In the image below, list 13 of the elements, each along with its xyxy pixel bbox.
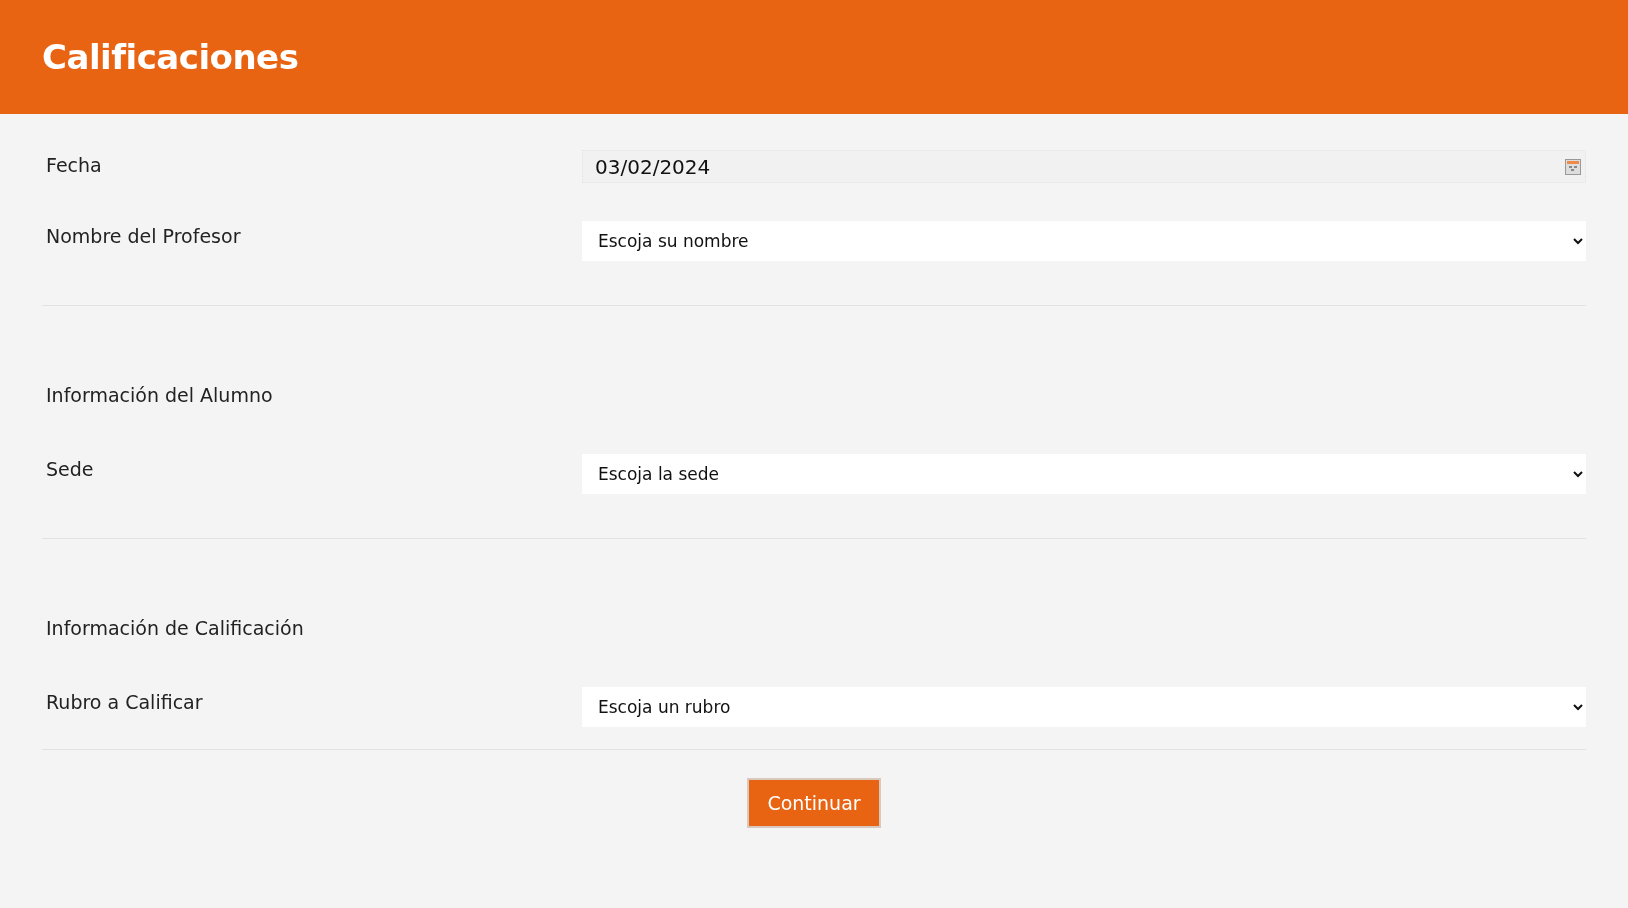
field-label: Sede bbox=[45, 457, 95, 480]
page-title: Calificaciones bbox=[42, 37, 299, 77]
dropdown-field[interactable]: Escoja un rubro bbox=[582, 687, 1586, 727]
field-label: Nombre del Profesor bbox=[45, 224, 242, 247]
section-heading: Información de Calificación bbox=[45, 616, 305, 641]
date-field[interactable]: 03/02/2024 bbox=[582, 150, 1586, 183]
section-heading: Información del Alumno bbox=[45, 383, 274, 408]
date-value: 03/02/2024 bbox=[595, 154, 711, 179]
field-label: Fecha bbox=[45, 153, 103, 176]
field-label: Rubro a Calificar bbox=[45, 690, 204, 713]
dropdown-field[interactable]: Escoja la sede bbox=[582, 454, 1586, 494]
calendar-icon[interactable] bbox=[1565, 158, 1581, 175]
dropdown-field[interactable]: Escoja su nombre bbox=[582, 221, 1586, 261]
